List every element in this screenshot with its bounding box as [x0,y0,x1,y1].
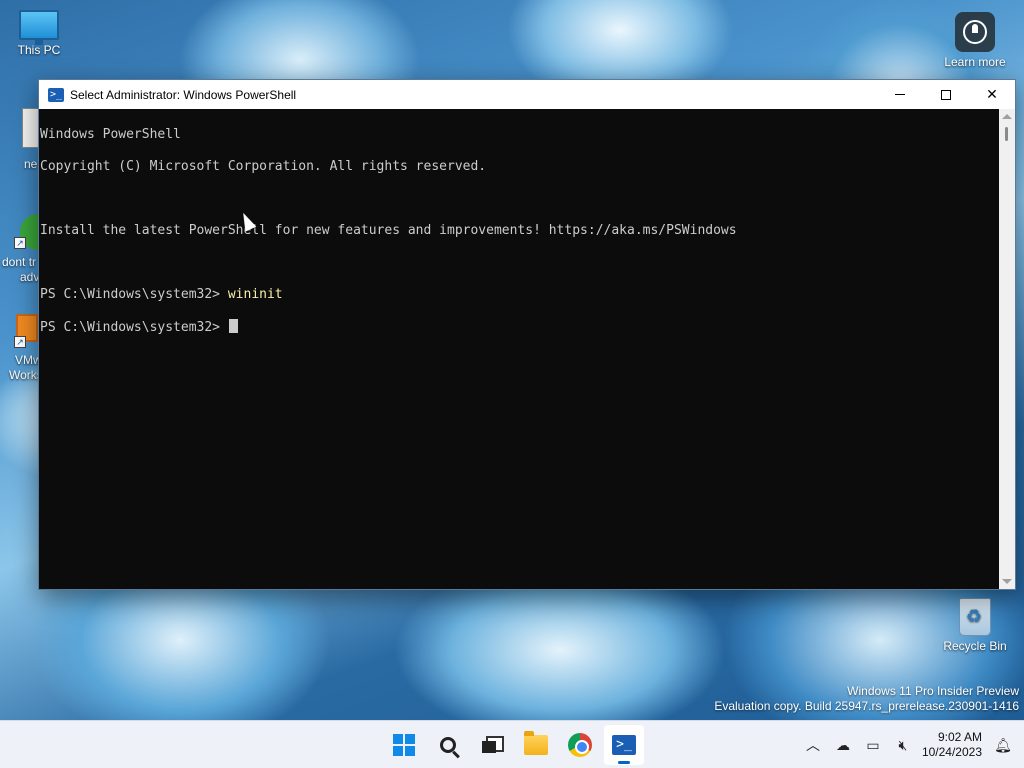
taskbar-apps: >_ [384,721,644,768]
powershell-window[interactable]: >_ Select Administrator: Windows PowerSh… [38,79,1016,590]
console-command-line: PS C:\Windows\system32> wininit [40,287,1000,303]
minimize-button[interactable] [877,80,923,109]
console-prompt: PS C:\Windows\system32> [40,320,228,335]
console-line: Windows PowerShell [40,127,181,142]
shortcut-arrow-icon: ↗ [14,237,26,249]
volume-muted-icon: 🔇︎ [898,736,908,753]
scroll-up-icon[interactable] [1002,114,1012,119]
console-input-line[interactable]: PS C:\Windows\system32> [40,319,1000,335]
window-title: Select Administrator: Windows PowerShell [70,87,297,102]
clock-date: 10/24/2023 [921,745,982,759]
this-pc-icon [19,10,59,45]
console-prompt: PS C:\Windows\system32> [40,287,228,302]
console-command: wininit [227,287,283,302]
learn-more-label: Learn more [944,55,1006,69]
clock[interactable]: 9:02 AM 10/24/2023 [922,730,982,760]
search-icon [440,737,456,753]
onedrive-icon: ☁ [835,736,850,753]
powershell-icon: >_ [48,87,64,102]
console-line: Copyright (C) Microsoft Corporation. All… [40,159,487,174]
close-icon: ✕ [986,86,998,102]
scroll-down-icon[interactable] [1002,579,1012,584]
recycle-bin-label: Recycle Bin [943,639,1007,653]
file-explorer-button[interactable] [516,725,556,765]
taskbar: >_ ︿ ☁ ▭ 🔇︎ 9:02 AM 10/24/2023 🔔︎ [0,720,1024,768]
desktop-label-adv: adv [20,270,40,284]
learn-more-icon [955,12,995,52]
this-pc-label: This PC [17,43,61,57]
powershell-button[interactable]: >_ [604,725,644,765]
task-view-button[interactable] [472,725,512,765]
desktop-icon-recycle-bin[interactable]: Recycle Bin [937,598,1013,653]
recycle-bin-icon [959,598,991,636]
desktop-label-ne: ne [24,157,38,171]
network-icon: ▭ [866,736,880,753]
shortcut-arrow-icon: ↗ [14,336,26,348]
notifications-button[interactable]: 🔔︎ [988,730,1018,760]
desktop-label-dont: dont tr [2,255,37,269]
chrome-button[interactable] [560,725,600,765]
volume-button[interactable]: 🔇︎ [888,730,918,760]
desktop-icon-this-pc[interactable]: This PC [1,10,77,57]
start-button[interactable] [384,725,424,765]
build-watermark: Windows 11 Pro Insider Preview Evaluatio… [714,684,1019,714]
title-bar[interactable]: >_ Select Administrator: Windows PowerSh… [39,80,1015,109]
scroll-thumb[interactable] [1005,127,1008,141]
powershell-icon: >_ [612,735,636,755]
vertical-scrollbar[interactable] [999,109,1015,589]
console-line: Install the latest PowerShell for new fe… [40,223,737,238]
desktop-icon-learn-more[interactable]: Learn more [937,12,1013,69]
chevron-up-icon: ︿ [805,737,820,753]
folder-icon [524,731,548,755]
clock-time: 9:02 AM [937,730,982,744]
network-button[interactable]: ▭ [858,730,888,760]
show-hidden-icons-button[interactable]: ︿ [798,730,828,760]
watermark-edition: Windows 11 Pro Insider Preview [847,684,1019,698]
watermark-build: Evaluation copy. Build 25947.rs_prerelea… [714,699,1019,713]
maximize-button[interactable] [923,80,969,109]
console-output[interactable]: Windows PowerShell Copyright (C) Microso… [39,109,1000,589]
minimize-icon [895,94,905,95]
maximize-icon [941,89,951,100]
close-button[interactable]: ✕ [969,80,1015,109]
notification-icon: 🔔︎ [994,736,1012,753]
system-tray: ︿ ☁ ▭ 🔇︎ 9:02 AM 10/24/2023 🔔︎ [798,721,1024,768]
onedrive-button[interactable]: ☁ [828,730,858,760]
task-view-icon [482,736,504,754]
search-button[interactable] [428,725,468,765]
text-cursor [228,319,238,333]
windows-logo-icon [393,734,415,756]
chrome-icon [568,733,592,757]
